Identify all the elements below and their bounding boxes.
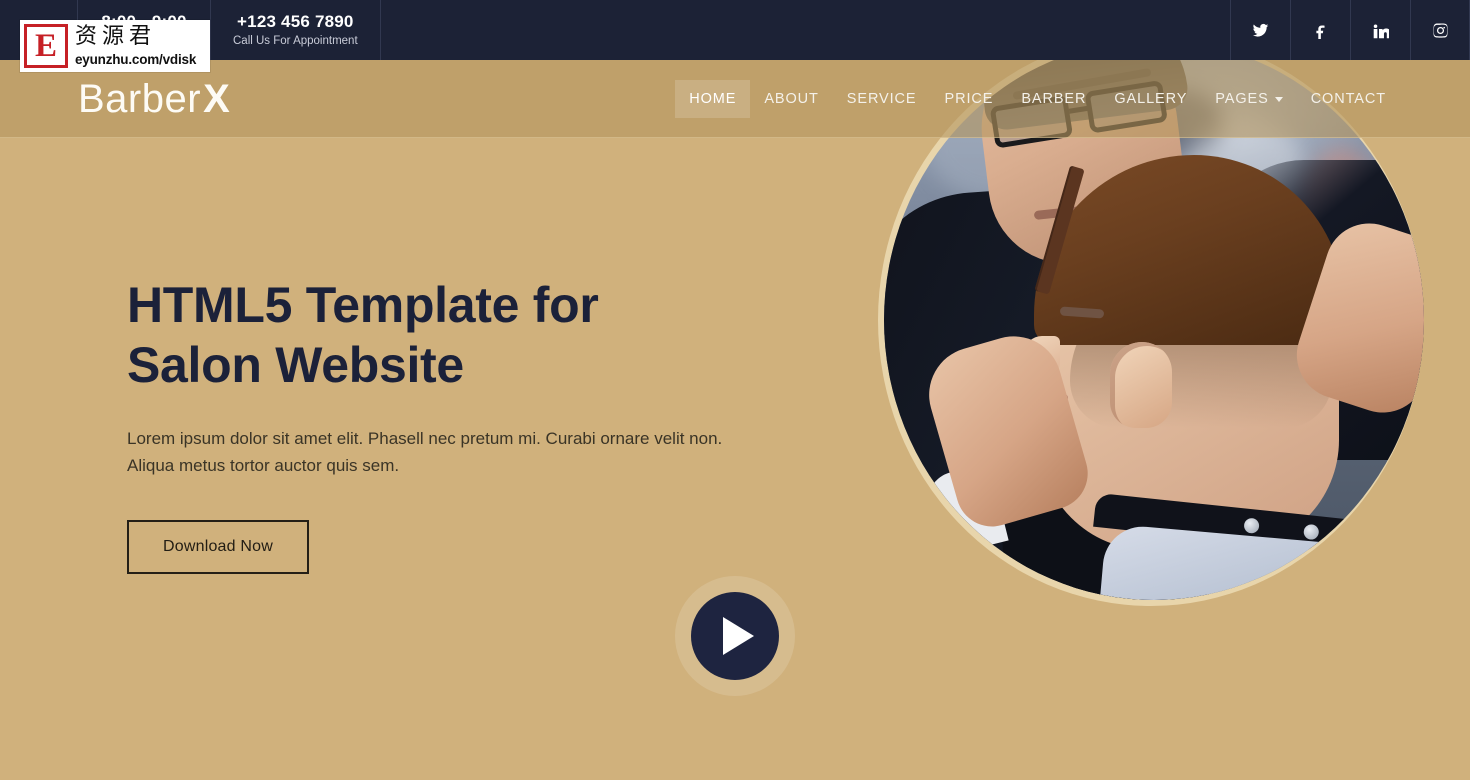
nav-item-pages[interactable]: PAGES — [1201, 80, 1296, 118]
watermark-brand: 资源君 — [75, 23, 157, 49]
phone-number[interactable]: +123 456 7890 — [237, 12, 354, 32]
nav-item-contact[interactable]: CONTACT — [1297, 80, 1400, 118]
nav-label: CONTACT — [1310, 90, 1386, 107]
watermark-url: eyunzhu.com/vdisk — [75, 51, 197, 67]
client-ear — [1110, 342, 1172, 428]
phone-caption: Call Us For Appointment — [233, 34, 358, 47]
download-now-button[interactable]: Download Now — [127, 520, 310, 574]
social-links — [1230, 0, 1470, 60]
watermark-text: 资源君 eyunzhu.com/vdisk — [75, 23, 197, 67]
nav-item-price[interactable]: PRICE — [931, 80, 1008, 118]
hero-content: HTML5 Template for Salon Website Lorem i… — [127, 275, 767, 574]
nav-item-gallery[interactable]: GALLERY — [1100, 80, 1201, 118]
nav-label: SERVICE — [846, 90, 917, 107]
play-triangle-icon — [723, 617, 754, 655]
play-icon — [691, 592, 779, 680]
instagram-icon[interactable] — [1410, 0, 1470, 60]
nav-label: HOME — [689, 90, 737, 107]
nav-label: PAGES — [1215, 90, 1269, 107]
nav-label: GALLERY — [1114, 90, 1188, 107]
nav-item-home[interactable]: HOME — [675, 79, 751, 118]
nav-label: BARBER — [1021, 90, 1087, 107]
page-title: HTML5 Template for Salon Website — [127, 277, 599, 393]
main-navigation: HOME ABOUT SERVICE PRICE BARBER GALLERY … — [675, 79, 1400, 118]
brand-logo[interactable]: BarberX — [78, 77, 230, 121]
top-bar-spacer — [381, 0, 1230, 60]
nav-label: ABOUT — [764, 90, 819, 107]
nav-item-about[interactable]: ABOUT — [750, 80, 832, 118]
hero-description: Lorem ipsum dolor sit amet elit. Phasell… — [127, 429, 723, 475]
watermark-overlay: E 资源君 eyunzhu.com/vdisk — [20, 20, 210, 72]
phone-block[interactable]: +123 456 7890 Call Us For Appointment — [210, 0, 381, 60]
play-video-button[interactable] — [675, 576, 795, 696]
brand-name: Barber — [78, 76, 202, 121]
page-root: 8:00 - 9:00 Mon - Fri +123 456 7890 Call… — [0, 0, 1470, 780]
brand-accent: X — [203, 76, 231, 121]
site-header: BarberX HOME ABOUT SERVICE PRICE BARBER … — [0, 60, 1470, 138]
chevron-down-icon — [1274, 97, 1283, 102]
facebook-icon[interactable] — [1290, 0, 1350, 60]
nav-item-service[interactable]: SERVICE — [833, 80, 931, 118]
twitter-icon[interactable] — [1230, 0, 1290, 60]
linkedin-icon[interactable] — [1350, 0, 1410, 60]
watermark-logo-icon: E — [24, 24, 68, 68]
nav-label: PRICE — [944, 90, 994, 107]
nav-item-barber[interactable]: BARBER — [1007, 80, 1100, 118]
top-bar: 8:00 - 9:00 Mon - Fri +123 456 7890 Call… — [0, 0, 1470, 60]
